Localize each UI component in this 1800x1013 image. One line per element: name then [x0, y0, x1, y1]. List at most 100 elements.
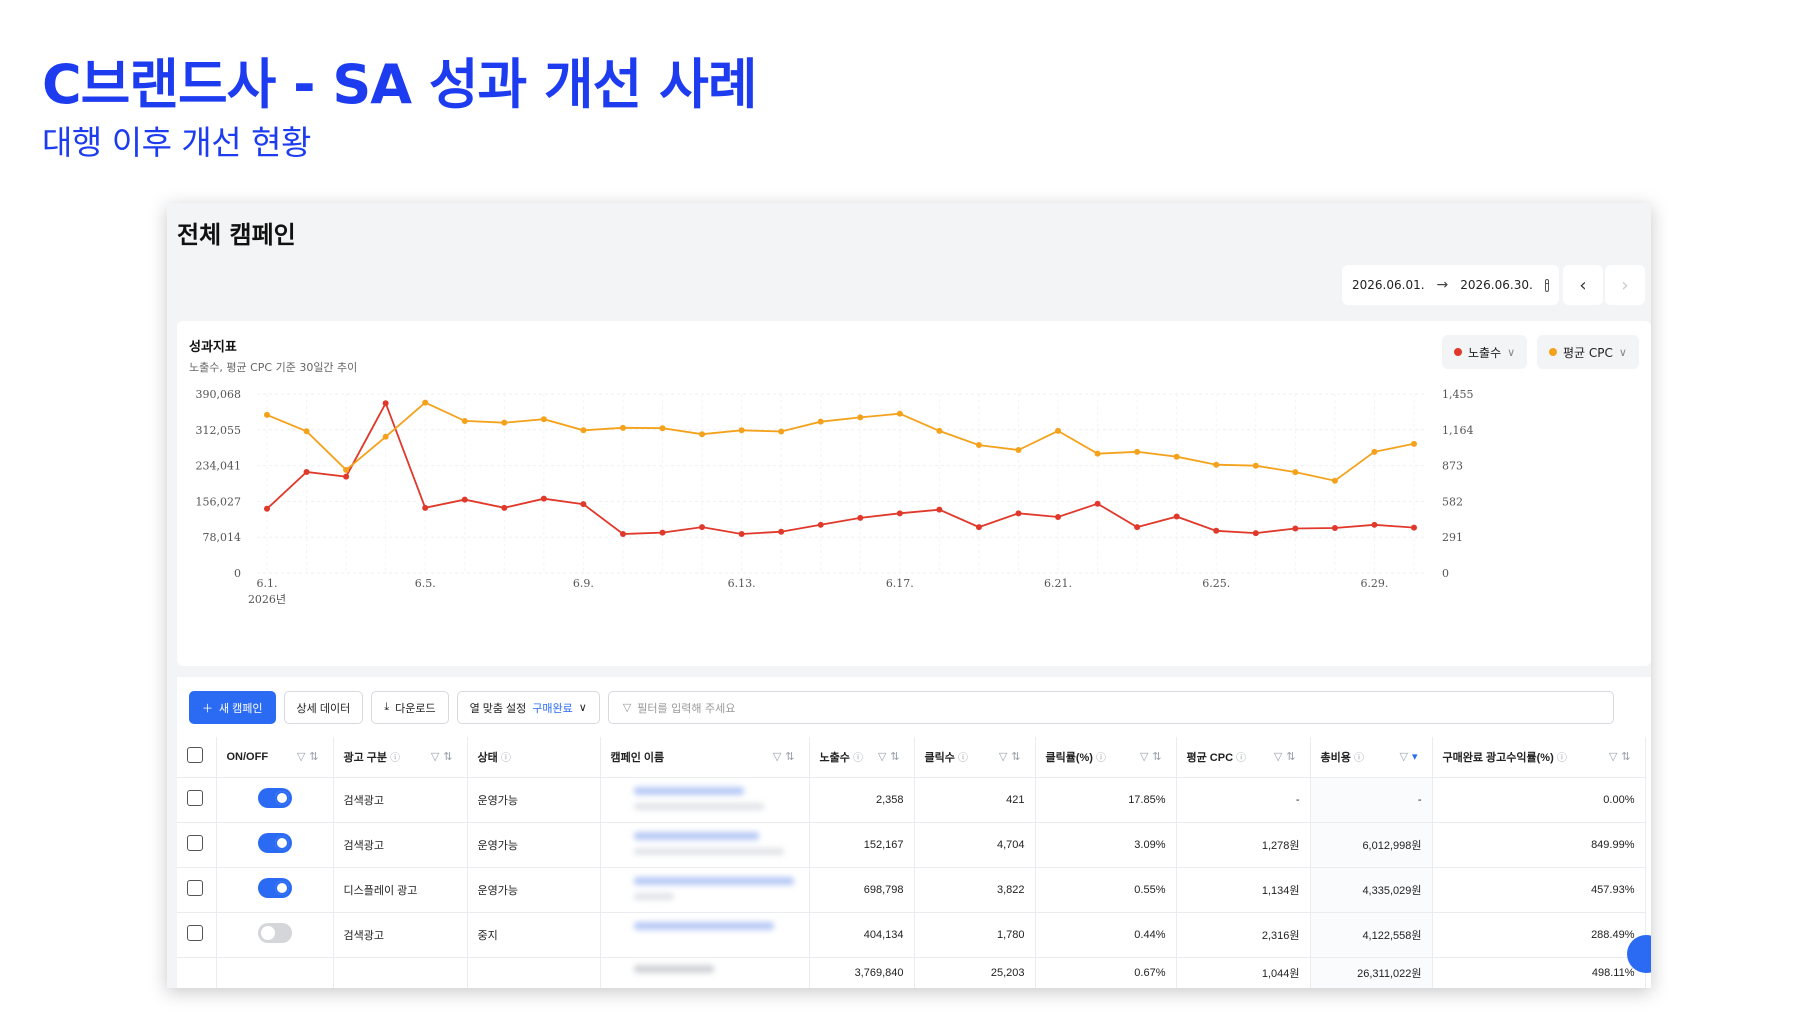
impressions-point	[264, 505, 270, 512]
impressions-point	[1213, 527, 1220, 534]
header-ad-type[interactable]: 광고 구분 ⓘ ▽⇅	[333, 737, 468, 778]
chevron-right-icon: ›	[1621, 274, 1629, 296]
onoff-toggle[interactable]	[257, 878, 292, 898]
cost-cell: 4,335,029원	[1310, 867, 1433, 913]
impressions-point	[382, 400, 389, 407]
header-onoff[interactable]: ON/OFF ▽⇅	[216, 737, 334, 778]
table-row[interactable]: 검색광고 운영가능 2,358 421 17.85% - - 0.00%	[177, 777, 1646, 823]
status-cell: 운영가능	[467, 867, 601, 913]
prev-period-button[interactable]: ‹	[1563, 265, 1603, 305]
row-checkbox[interactable]	[187, 925, 203, 941]
impressions-point	[1173, 513, 1180, 520]
roas-cell: 288.49%	[1432, 912, 1646, 958]
campaign-table: ON/OFF ▽⇅ 광고 구분 ⓘ ▽⇅ 상태 ⓘ 캠페인 이름 ▽⇅ 노출수 ⓘ ▽⇅…	[177, 737, 1646, 988]
row-checkbox[interactable]	[187, 880, 203, 896]
filter-sort-icon[interactable]: ▽⇅	[297, 750, 323, 763]
roas-cell: 0.00%	[1432, 777, 1646, 823]
x-tick-label: 6.5.	[415, 577, 436, 590]
impressions-point	[738, 530, 745, 537]
download-button[interactable]: ⤓ 다운로드	[371, 691, 449, 724]
ad-type-cell: 검색광고	[333, 777, 468, 823]
impressions-point	[975, 524, 982, 531]
header-ctr[interactable]: 클릭률(%) ⓘ ▽⇅	[1035, 737, 1177, 778]
status-cell: 운영가능	[467, 822, 601, 868]
chevron-down-icon: ∨	[1618, 345, 1627, 359]
ad-type-cell: 검색광고	[333, 912, 468, 958]
cpc-point	[778, 428, 785, 435]
filter-sort-icon[interactable]: ▽⇅	[1609, 750, 1635, 763]
total-cpc: 1,044원	[1176, 957, 1311, 988]
cpc-point	[936, 427, 943, 434]
filter-sort-icon[interactable]: ▽⇅	[1274, 750, 1300, 763]
total-empty	[467, 957, 601, 988]
row-checkbox[interactable]	[187, 835, 203, 851]
cpc-point	[1252, 462, 1259, 469]
page-title: 전체 캠페인	[177, 221, 296, 249]
header-status[interactable]: 상태 ⓘ	[467, 737, 601, 778]
ad-type-cell: 디스플레이 광고	[333, 867, 468, 913]
cpc-cell: -	[1176, 777, 1311, 823]
header-cpc[interactable]: 평균 CPC ⓘ ▽⇅	[1176, 737, 1311, 778]
total-roas: 498.11%	[1432, 957, 1646, 988]
row-checkbox[interactable]	[187, 790, 203, 806]
cpc-cell: 2,316원	[1176, 912, 1311, 958]
cpc-point	[343, 466, 350, 473]
filter-icon: ▽	[622, 701, 632, 714]
y-right-tick-label: 0	[1442, 567, 1449, 580]
table-row[interactable]: 디스플레이 광고 운영가능 698,798 3,822 0.55% 1,134원…	[177, 867, 1646, 913]
legend-dot	[1454, 348, 1462, 356]
clicks-cell: 3,822	[914, 867, 1036, 913]
calendar-icon[interactable]	[1544, 278, 1549, 292]
impressions-cell: 404,134	[809, 912, 915, 958]
date-range-picker[interactable]: 2026.06.01. → 2026.06.30.	[1342, 265, 1559, 305]
table-toolbar: ＋ 새 캠페인 상세 데이터 ⤓ 다운로드 열 맞춤 설정 구매완료 ∨ ▽ 필…	[189, 691, 1614, 724]
table-row[interactable]: 검색광고 중지 404,134 1,780 0.44% 2,316원 4,122…	[177, 912, 1646, 958]
select-all-checkbox[interactable]	[187, 747, 203, 764]
table-row[interactable]: 검색광고 운영가능 152,167 4,704 3.09% 1,278원 6,0…	[177, 822, 1646, 868]
next-period-button[interactable]: ›	[1605, 265, 1645, 305]
detail-data-label: 상세 데이터	[296, 702, 351, 715]
y-left-tick-label: 234,041	[196, 460, 242, 473]
chart-title: 성과지표	[189, 340, 237, 355]
impressions-point	[1292, 525, 1299, 532]
legend-impressions[interactable]: 노출수 ∨	[1442, 335, 1528, 369]
roas-cell: 457.93%	[1432, 867, 1646, 913]
header-clicks[interactable]: 클릭수 ⓘ ▽⇅	[914, 737, 1036, 778]
filter-sort-icon[interactable]: ▽⇅	[878, 750, 904, 763]
detail-data-button[interactable]: 상세 데이터	[283, 691, 364, 724]
header-cost[interactable]: 총비용 ⓘ ▽▾	[1310, 737, 1433, 778]
header-label: 평균 CPC	[1186, 751, 1234, 764]
impressions-line	[266, 401, 1415, 535]
onoff-toggle[interactable]	[257, 833, 292, 853]
x-tick-label: 6.29.	[1360, 577, 1388, 590]
onoff-cell	[216, 777, 334, 823]
cpc-point	[580, 427, 587, 434]
cpc-point	[1331, 477, 1338, 484]
new-campaign-button[interactable]: ＋ 새 캠페인	[189, 691, 276, 724]
header-label: ON/OFF	[226, 750, 269, 763]
filter-sort-icon[interactable]: ▽⇅	[999, 750, 1025, 763]
arrow-right-icon: →	[1436, 277, 1449, 293]
onoff-toggle[interactable]	[257, 788, 292, 808]
legend-cpc[interactable]: 평균 CPC ∨	[1537, 335, 1639, 369]
info-icon: ⓘ	[1556, 752, 1567, 764]
cpc-point	[303, 428, 310, 435]
filter-sort-icon[interactable]: ▽▾	[1400, 750, 1422, 763]
onoff-toggle[interactable]	[257, 923, 292, 943]
cpc-point	[659, 425, 666, 432]
filter-sort-icon[interactable]: ▽⇅	[431, 750, 457, 763]
impressions-point	[1371, 521, 1378, 528]
total-ctr: 0.67%	[1035, 957, 1177, 988]
cost-cell: 6,012,998원	[1310, 822, 1433, 868]
impressions-point	[422, 504, 429, 511]
impressions-point	[778, 528, 785, 535]
filter-input[interactable]: ▽ 필터를 입력해 주세요	[607, 691, 1614, 724]
download-label: 다운로드	[395, 702, 436, 715]
status-cell: 중지	[467, 912, 601, 958]
column-setting-value: 구매완료	[532, 702, 573, 715]
total-cost: 26,311,022원	[1310, 957, 1433, 988]
filter-sort-icon[interactable]: ▽⇅	[1140, 750, 1166, 763]
header-roas[interactable]: 구매완료 광고수익률(%) ⓘ ▽⇅	[1432, 737, 1646, 778]
column-setting-dropdown[interactable]: 열 맞춤 설정 구매완료 ∨	[456, 691, 600, 724]
header-impressions[interactable]: 노출수 ⓘ ▽⇅	[809, 737, 915, 778]
